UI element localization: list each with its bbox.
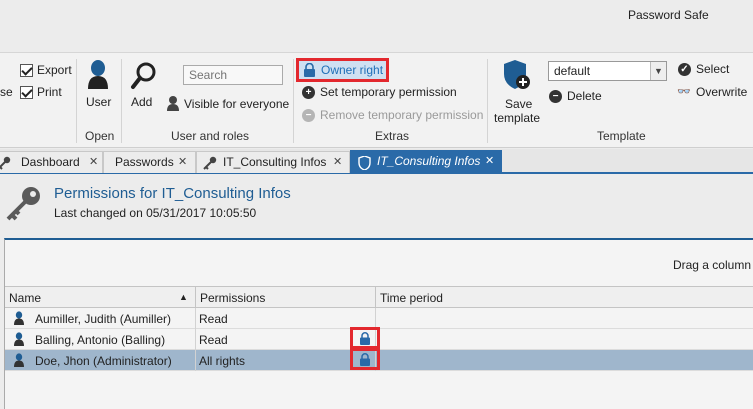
close-icon[interactable]: ✕ [89,155,98,168]
row-permission: Read [199,312,228,326]
template-select[interactable]: default ▼ [548,61,667,81]
app-title: Password Safe [628,8,709,22]
user-icon [14,332,24,346]
last-changed-text: Last changed on 05/31/2017 10:05:50 [54,206,257,220]
row-name: Doe, Jhon (Administrator) [35,354,172,368]
row-name: Balling, Antonio (Balling) [35,333,166,347]
column-header-permissions[interactable]: Permissions [195,286,375,308]
select-template-button[interactable]: ✓ Select [678,62,738,80]
owner-right-button[interactable]: Owner right [296,58,389,82]
lock-icon [304,63,315,77]
search-input[interactable] [183,65,283,85]
export-checkbox[interactable] [20,64,33,77]
print-label: Print [37,85,62,99]
row-permission: Read [199,333,228,347]
shield-icon [358,156,371,170]
ribbon-separator [487,59,488,143]
key-icon [203,156,217,170]
save-template-label-2: template [494,111,541,125]
select-label: Select [696,62,730,76]
template-select-value: default [554,64,591,78]
remove-temporary-permission-label: Remove temporary permission [320,108,484,122]
user-label: User [86,95,112,109]
close-icon[interactable]: ✕ [485,154,494,167]
set-temporary-permission-button[interactable]: + Set temporary permission [302,85,462,103]
lock-icon [360,353,370,366]
column-header-name[interactable]: Name ▲ [5,286,195,308]
table-row[interactable]: Aumiller, Judith (Aumiller) Read [5,308,753,329]
users-group-label: User and roles [171,129,250,143]
column-header-label: Name [9,291,42,305]
save-template-label-1: Save [505,97,533,111]
extras-group-label: Extras [375,129,410,143]
minus-icon: − [549,90,562,103]
check-icon: ✓ [678,63,691,76]
lock-icon [360,332,370,345]
set-temporary-permission-label: Set temporary permission [320,85,457,99]
magnifier-icon [131,62,156,89]
owner-right-label: Owner right [321,63,384,77]
user-icon [88,60,108,89]
glasses-icon: 👓 [677,86,691,98]
tab-label: IT_Consulting Infos [377,154,481,168]
row-permission: All rights [199,354,246,368]
remove-temporary-permission-button[interactable]: − Remove temporary permission [302,108,486,126]
delete-template-button[interactable]: − Delete [549,89,609,107]
tab-it-consulting-infos[interactable]: IT_Consulting Infos ✕ [196,151,350,173]
sort-asc-icon: ▲ [179,292,188,302]
shield-plus-icon [504,60,530,89]
permissions-grid: Drag a column Name ▲ Permissions Time pe… [4,238,753,409]
template-group-label: Template [597,129,646,143]
tab-it-consulting-infos-permissions[interactable]: IT_Consulting Infos ✕ [350,150,502,174]
close-button-partial[interactable]: se [0,85,13,99]
user-icon [14,311,24,325]
user-button[interactable]: User [80,59,116,119]
key-icon [0,156,11,170]
ribbon-separator [76,59,77,143]
export-label: Export [37,63,72,77]
save-template-button[interactable]: Save template [491,59,543,125]
close-icon[interactable]: ✕ [333,155,342,168]
key-icon [6,187,40,221]
close-icon[interactable]: ✕ [178,155,187,168]
visible-for-everyone-label: Visible for everyone [184,97,290,111]
delete-label: Delete [567,89,602,103]
plus-icon: + [302,86,315,99]
print-checkbox[interactable] [20,86,33,99]
tab-bar: Dashboard ✕ Passwords ✕ IT_Consulting In… [0,149,753,174]
tab-label: IT_Consulting Infos [223,155,327,169]
tab-label: Dashboard [21,155,80,169]
row-name: Aumiller, Judith (Aumiller) [35,312,172,326]
column-divider [195,308,196,371]
column-header-label: Permissions [200,291,266,305]
add-button[interactable]: Add [128,59,160,119]
add-label: Add [131,95,153,109]
user-eye-icon [167,96,179,111]
title-bar: Password Safe [0,0,753,52]
owner-lock-indicator [350,327,380,349]
visible-for-everyone-button[interactable]: Visible for everyone [166,95,290,113]
chevron-down-icon[interactable]: ▼ [650,62,666,80]
overwrite-template-button[interactable]: 👓 Overwrite [677,85,753,103]
open-group-label: Open [85,129,115,143]
overwrite-label: Overwrite [696,85,748,99]
user-icon [14,353,24,367]
column-header-time-period[interactable]: Time period [375,286,753,308]
ribbon-separator [293,59,294,143]
tab-passwords[interactable]: Passwords ✕ [103,151,196,173]
ribbon: se Export Print User Open Add Visible fo… [0,52,753,148]
tab-label: Passwords [115,155,174,169]
column-header-label: Time period [380,291,443,305]
ribbon-separator [121,59,122,143]
tab-dashboard[interactable]: Dashboard ✕ [0,151,103,173]
group-drag-hint: Drag a column [672,258,751,272]
minus-icon: − [302,109,315,122]
page-title: Permissions for IT_Consulting Infos [54,185,291,202]
owner-lock-indicator [350,348,380,370]
